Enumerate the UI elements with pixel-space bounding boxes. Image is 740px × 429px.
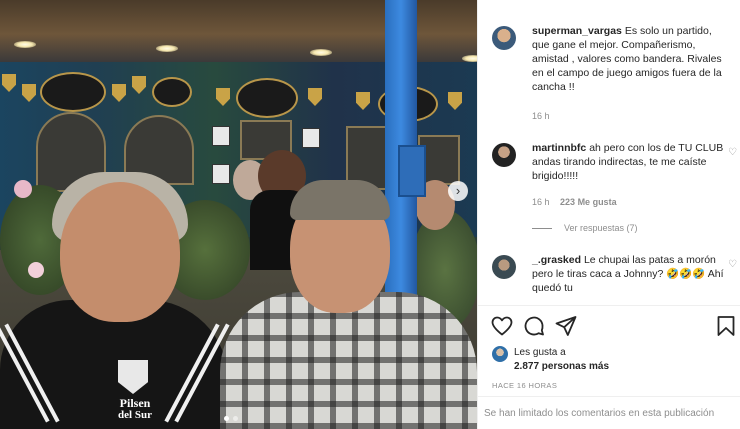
wall-plaque	[40, 72, 106, 112]
avatar[interactable]	[492, 143, 516, 167]
jacket-stripe	[0, 323, 50, 423]
jersey-text-1: Pilsen	[119, 396, 151, 410]
framed-jersey	[212, 164, 230, 184]
comment-likes[interactable]: 223 Me gusta	[560, 197, 617, 207]
send-icon[interactable]	[554, 314, 578, 338]
avatar[interactable]	[492, 26, 516, 50]
chevron-right-icon[interactable]: ›	[448, 181, 468, 201]
person-right-hair	[290, 180, 390, 220]
heart-icon[interactable]	[490, 314, 514, 338]
jacket-stripe	[4, 323, 60, 423]
comment-text: martinnbfc ah pero con los de TU CLUB an…	[532, 141, 724, 183]
heart-icon[interactable]: ♡	[728, 259, 737, 270]
ceiling-light	[310, 49, 332, 56]
likes-count[interactable]: 2.877 personas más	[514, 361, 609, 372]
comment-meta: 16 h	[532, 111, 550, 121]
post-timestamp[interactable]: HACE 16 HORAS	[492, 381, 557, 390]
comments-limited-notice: Se han limitado los comentarios en esta …	[478, 396, 740, 429]
avatar[interactable]	[492, 255, 516, 279]
replies-divider	[532, 227, 552, 229]
jersey-text-2: del Sur	[118, 409, 152, 421]
flower	[14, 180, 32, 198]
ceiling-light	[462, 55, 477, 62]
carousel-dots	[224, 416, 238, 421]
comment-time: 16 h	[532, 197, 550, 207]
comment-username[interactable]: _.grasked	[532, 254, 581, 266]
carousel-dot-active	[224, 416, 229, 421]
flower	[28, 262, 44, 278]
heart-icon[interactable]: ♡	[728, 147, 737, 158]
framed-jersey	[212, 126, 230, 146]
person-left-face	[60, 182, 180, 322]
post-photo[interactable]: Pilsen del Sur ›	[0, 0, 477, 429]
likes-summary[interactable]: Les gusta a 2.877 personas más	[492, 346, 609, 374]
post-actions: Les gusta a 2.877 personas más HACE 16 H…	[478, 305, 740, 390]
jacket-stripe	[164, 323, 220, 423]
likes-text: Les gusta a 2.877 personas más	[514, 346, 609, 374]
avatar[interactable]	[492, 346, 508, 362]
wall-plaque	[236, 78, 298, 118]
view-replies-button[interactable]: Ver respuestas (7)	[532, 223, 638, 233]
comment-text: superman_vargas Es solo un partido, que …	[532, 24, 724, 94]
likes-prefix: Les gusta a	[514, 347, 566, 358]
comment-text: _.grasked Le chupai las patas a morón pe…	[532, 253, 724, 295]
framed-jersey	[302, 128, 320, 148]
post-side-panel: superman_vargas Es solo un partido, que …	[477, 0, 740, 429]
comments-list[interactable]: superman_vargas Es solo un partido, que …	[478, 0, 740, 305]
comment-username[interactable]: martinnbfc	[532, 142, 586, 154]
comment-meta: 16 h 223 Me gusta	[532, 197, 617, 207]
pole-box	[398, 145, 426, 197]
ceiling-light	[156, 45, 178, 52]
comment-username[interactable]: superman_vargas	[532, 25, 622, 37]
wall-plaque	[152, 77, 192, 107]
bookmark-icon[interactable]	[714, 314, 738, 338]
comment-time: 16 h	[532, 111, 550, 121]
carousel-dot	[233, 416, 238, 421]
comment-icon[interactable]	[522, 314, 546, 338]
ceiling-light	[14, 41, 36, 48]
view-replies-label: Ver respuestas (7)	[564, 223, 638, 233]
